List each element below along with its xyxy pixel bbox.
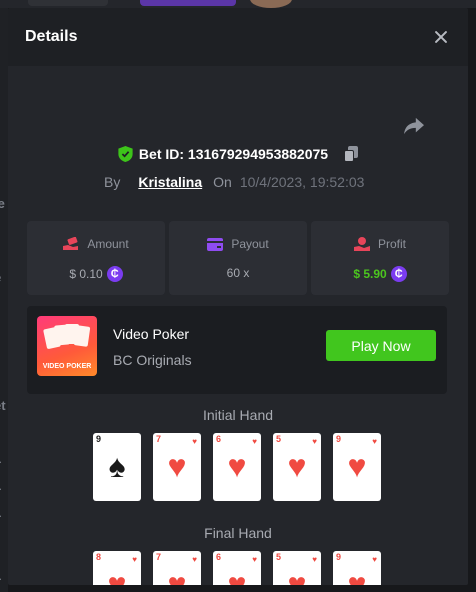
copy-icon[interactable] bbox=[344, 146, 359, 162]
heart-icon: ♥ bbox=[252, 555, 257, 564]
verified-shield-icon bbox=[118, 146, 133, 162]
stat-value: 60 x bbox=[226, 266, 250, 280]
card-rank: 6 bbox=[216, 434, 222, 444]
bg-avatar bbox=[250, 0, 292, 8]
bg-side-text: et bbox=[0, 398, 6, 413]
bg-side-text: e bbox=[0, 270, 1, 285]
coin-icon: ₵ bbox=[106, 266, 123, 282]
playing-card: 6 ♥ ♥ bbox=[213, 433, 261, 501]
card-rank: 7 bbox=[156, 434, 162, 444]
card-rank: 7 bbox=[156, 552, 162, 562]
heart-icon: ♥ bbox=[312, 437, 317, 446]
stat-profit: Profit $ 5.90 ₵ bbox=[311, 221, 449, 295]
heart-icon: ♥ bbox=[287, 566, 307, 585]
video-poker-thumbnail[interactable]: VIDEO POKER bbox=[37, 316, 97, 376]
playing-card: 7 ♥ ♥ bbox=[153, 433, 201, 501]
username-link[interactable]: Kristalina bbox=[138, 174, 202, 190]
modal-title: Details bbox=[25, 28, 78, 45]
bg-side-text: 1 bbox=[0, 505, 1, 520]
heart-icon: ♥ bbox=[192, 555, 197, 564]
money-hand-icon bbox=[63, 237, 79, 250]
playing-card: 5 ♥ ♥ bbox=[273, 551, 321, 585]
card-rank: 9 bbox=[336, 552, 342, 562]
heart-icon: ♥ bbox=[312, 555, 317, 564]
close-icon[interactable] bbox=[432, 28, 450, 46]
playing-card: 9 ♥ ♥ bbox=[333, 433, 381, 501]
bg-wallet-button bbox=[140, 0, 236, 6]
play-now-button[interactable]: Play Now bbox=[326, 330, 436, 361]
modal-header: Details bbox=[8, 8, 468, 66]
heart-icon: ♥ bbox=[167, 566, 187, 585]
game-name: Video Poker bbox=[113, 326, 190, 342]
bet-author-line: By Kristalina On 10/4/2023, 19:52:03 bbox=[104, 174, 364, 190]
bet-id-text: Bet ID: 131679294953882075 bbox=[138, 146, 329, 162]
heart-icon: ♥ bbox=[287, 448, 307, 484]
playing-card: 6 ♥ ♥ bbox=[213, 551, 261, 585]
heart-icon: ♥ bbox=[167, 448, 187, 484]
wallet-icon bbox=[207, 237, 224, 251]
card-rank: 9 bbox=[96, 434, 102, 444]
bg-side-text: 1 bbox=[0, 478, 1, 493]
stat-value: $ 5.90 bbox=[353, 267, 387, 281]
card-rank: 5 bbox=[276, 552, 282, 562]
heart-icon: ♥ bbox=[107, 566, 127, 585]
playing-card: 7 ♥ ♥ bbox=[153, 551, 201, 585]
stat-value: $ 0.10 bbox=[69, 267, 103, 281]
card-rank: 5 bbox=[276, 434, 282, 444]
heart-icon: ♥ bbox=[347, 448, 367, 484]
card-rank: 6 bbox=[216, 552, 222, 562]
stat-label: Payout bbox=[231, 237, 269, 251]
modal-body: Bet ID: 131679294953882075 By Kristalina… bbox=[8, 66, 468, 585]
profit-hand-icon bbox=[353, 237, 370, 251]
bet-datetime: 10/4/2023, 19:52:03 bbox=[239, 174, 365, 190]
final-hand-title: Final Hand bbox=[204, 525, 272, 541]
stat-label: Profit bbox=[377, 237, 406, 251]
playing-card: 8 ♥ ♥ bbox=[93, 551, 141, 585]
bg-side-text: 1 bbox=[0, 451, 1, 466]
heart-icon: ♥ bbox=[227, 566, 247, 585]
playing-card: 9 ♠ bbox=[93, 433, 141, 501]
initial-hand-title: Initial Hand bbox=[202, 407, 274, 423]
background-side-strip: le e et 1 1 1 1 bbox=[0, 8, 8, 592]
card-rank: 9 bbox=[336, 434, 342, 444]
heart-icon: ♥ bbox=[347, 566, 367, 585]
share-icon[interactable] bbox=[403, 116, 425, 136]
playing-card: 5 ♥ ♥ bbox=[273, 433, 321, 501]
bg-username bbox=[300, 0, 370, 4]
background-topbar bbox=[0, 0, 476, 8]
details-modal: Details Bet ID: 131679294953882075 By Kr… bbox=[8, 8, 468, 585]
game-row: VIDEO POKER Video Poker BC Originals Pla… bbox=[27, 306, 447, 394]
stat-amount: Amount $ 0.10 ₵ bbox=[27, 221, 165, 295]
final-hand-cards: 8 ♥ ♥ 7 ♥ ♥ 6 ♥ ♥ 5 ♥ ♥ 9 ♥ ♥ bbox=[93, 551, 381, 585]
bg-side-text: le bbox=[0, 196, 5, 211]
by-label: By bbox=[104, 174, 121, 190]
bg-side-text: 1 bbox=[0, 568, 1, 583]
spade-icon: ♠ bbox=[108, 448, 126, 484]
bet-id-line: Bet ID: 131679294953882075 bbox=[8, 146, 468, 162]
stat-label: Amount bbox=[87, 237, 129, 251]
bet-stats: Amount $ 0.10 ₵ Payout 60 x Profit $ 5.9… bbox=[27, 221, 449, 295]
on-label: On bbox=[213, 174, 232, 190]
bg-currency-button bbox=[28, 0, 108, 6]
coin-icon: ₵ bbox=[390, 266, 407, 282]
heart-icon: ♥ bbox=[252, 437, 257, 446]
heart-icon: ♥ bbox=[372, 555, 377, 564]
heart-icon: ♥ bbox=[227, 448, 247, 484]
card-rank: 8 bbox=[96, 552, 102, 562]
playing-card: 9 ♥ ♥ bbox=[333, 551, 381, 585]
stat-payout: Payout 60 x bbox=[169, 221, 307, 295]
heart-icon: ♥ bbox=[132, 555, 137, 564]
game-provider: BC Originals bbox=[113, 352, 192, 368]
initial-hand-cards: 9 ♠ 7 ♥ ♥ 6 ♥ ♥ 5 ♥ ♥ 9 ♥ ♥ bbox=[93, 433, 381, 501]
thumbnail-label: VIDEO POKER bbox=[42, 363, 92, 370]
heart-icon: ♥ bbox=[372, 437, 377, 446]
heart-icon: ♥ bbox=[192, 437, 197, 446]
